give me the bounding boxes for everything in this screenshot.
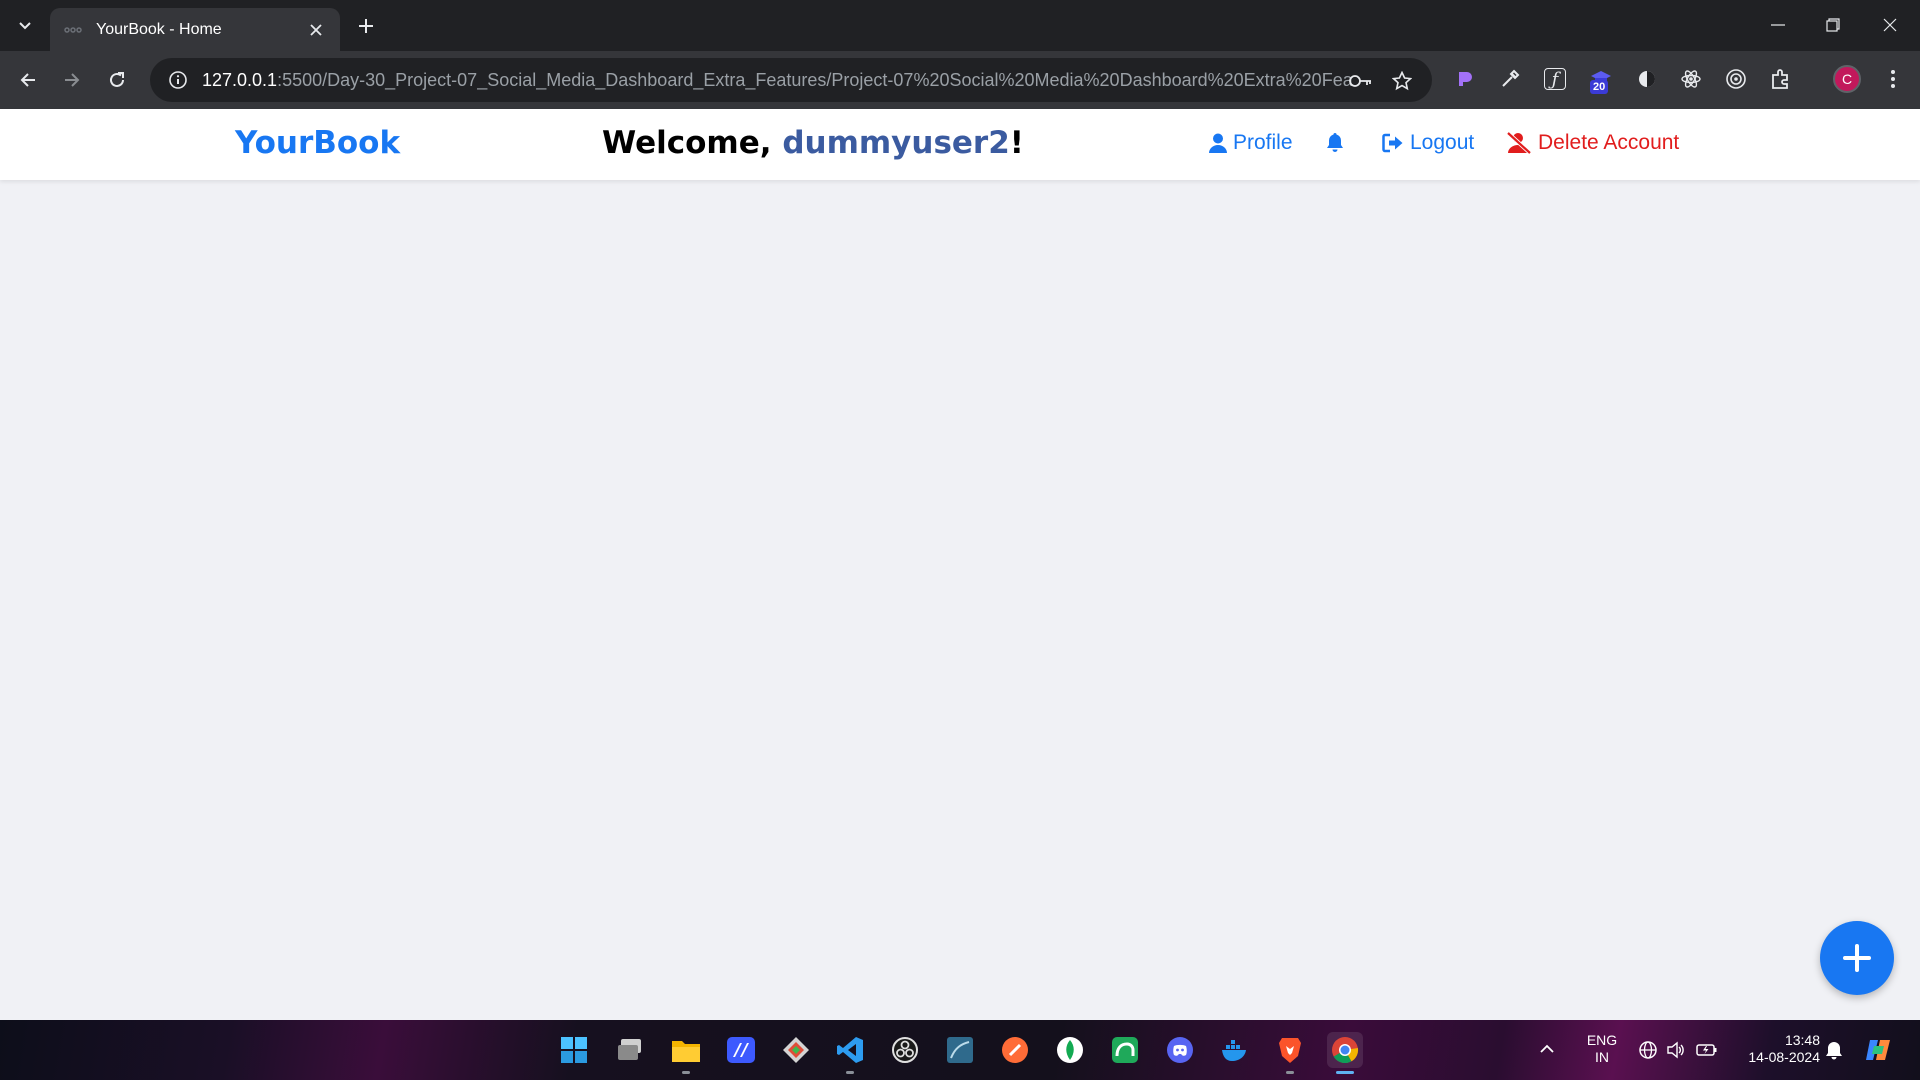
system-clock[interactable]: 13:48 14-08-2024	[1730, 1032, 1820, 1066]
page-body: YourBook Welcome, dummyuser2! Profile Lo…	[0, 109, 1920, 1020]
react-devtools-icon[interactable]	[1676, 64, 1706, 94]
notifications-bell-icon[interactable]	[1326, 132, 1350, 152]
address-bar[interactable]: 127.0.0.1:5500/Day-30_Project-07_Social_…	[150, 58, 1432, 102]
task-view-icon[interactable]	[613, 1032, 649, 1068]
forward-icon[interactable]	[56, 64, 88, 96]
font-finder-icon[interactable]: ƒ	[1544, 68, 1566, 90]
site-info-icon[interactable]	[166, 68, 190, 92]
nav-delete-account-label: Delete Account	[1538, 131, 1680, 154]
browser-menu-icon[interactable]	[1880, 64, 1906, 94]
welcome-suffix: !	[1009, 125, 1024, 161]
reload-icon[interactable]	[101, 64, 133, 96]
vscode-running-indicator	[846, 1071, 854, 1074]
app-blue-icon[interactable]	[723, 1032, 759, 1068]
create-post-button[interactable]	[1820, 921, 1894, 995]
new-tab-button[interactable]	[352, 12, 380, 40]
tab-favicon-icon	[64, 23, 82, 37]
brand-logo[interactable]: YourBook	[235, 125, 400, 161]
profile-avatar[interactable]: C	[1833, 65, 1861, 93]
color-picker-icon[interactable]	[1495, 64, 1525, 94]
language-indicator[interactable]: ENG IN	[1580, 1032, 1624, 1066]
browser-tabstrip: YourBook - Home	[0, 0, 1920, 51]
logout-icon	[1382, 133, 1403, 153]
welcome-prefix: Welcome,	[602, 125, 783, 161]
language-line2: IN	[1595, 1049, 1609, 1065]
welcome-username: dummyuser2	[782, 125, 1010, 161]
nav-logout-link[interactable]: Logout	[1382, 131, 1474, 155]
vscode-icon[interactable]	[832, 1032, 868, 1068]
language-line1: ENG	[1586, 1032, 1618, 1048]
network-globe-icon[interactable]	[1638, 1040, 1658, 1064]
copilot-icon[interactable]	[1864, 1036, 1894, 1068]
extensions-puzzle-icon[interactable]	[1766, 64, 1796, 94]
nav-delete-account-link[interactable]: Delete Account	[1506, 131, 1679, 155]
password-key-icon[interactable]	[1348, 68, 1374, 94]
extension-purple-icon[interactable]	[1450, 64, 1480, 94]
volume-icon[interactable]	[1666, 1040, 1686, 1064]
tableplus-icon[interactable]	[1107, 1032, 1143, 1068]
target-icon[interactable]	[1721, 64, 1751, 94]
restore-icon[interactable]	[1813, 10, 1853, 40]
file-explorer-icon[interactable]	[668, 1032, 704, 1068]
docker-icon[interactable]	[1217, 1032, 1253, 1068]
close-window-icon[interactable]	[1870, 10, 1910, 40]
battery-charging-icon[interactable]	[1696, 1041, 1718, 1063]
tab-title: YourBook - Home	[96, 20, 222, 38]
brave-running-indicator	[1286, 1071, 1294, 1074]
tab-search-icon[interactable]	[12, 13, 38, 39]
discord-icon[interactable]	[1162, 1032, 1198, 1068]
extension-badge: 20	[1590, 80, 1609, 94]
nav-profile-link[interactable]: Profile	[1209, 131, 1293, 155]
tab-close-icon[interactable]	[306, 20, 326, 40]
start-windows-icon[interactable]	[556, 1032, 592, 1068]
back-icon[interactable]	[12, 64, 44, 96]
user-icon	[1209, 133, 1227, 153]
nav-logout-label: Logout	[1410, 131, 1475, 154]
postman-icon[interactable]	[997, 1032, 1033, 1068]
dark-mode-icon[interactable]	[1632, 64, 1662, 94]
show-hidden-icons-chevron-icon[interactable]	[1540, 1041, 1554, 1058]
app-navbar: YourBook Welcome, dummyuser2! Profile Lo…	[0, 109, 1920, 180]
notification-bell-icon[interactable]	[1825, 1040, 1843, 1064]
user-slash-icon	[1506, 132, 1532, 154]
explorer-running-indicator	[682, 1071, 690, 1074]
bookmark-star-icon[interactable]	[1389, 68, 1415, 94]
git-kraken-icon[interactable]	[778, 1032, 814, 1068]
minimize-icon[interactable]	[1758, 10, 1798, 40]
obs-icon[interactable]	[887, 1032, 923, 1068]
clock-time: 13:48	[1784, 1032, 1820, 1048]
clock-date: 14-08-2024	[1748, 1049, 1820, 1065]
mysql-workbench-icon[interactable]	[942, 1032, 978, 1068]
nav-profile-label: Profile	[1233, 131, 1293, 154]
browser-tab[interactable]: YourBook - Home	[50, 8, 340, 51]
brave-browser-icon[interactable]	[1272, 1032, 1308, 1068]
plus-icon	[1843, 944, 1871, 972]
chrome-icon[interactable]	[1327, 1032, 1363, 1068]
url-text: 127.0.0.1:5500/Day-30_Project-07_Social_…	[202, 69, 1352, 90]
welcome-heading: Welcome, dummyuser2!	[602, 125, 1024, 161]
chrome-active-indicator	[1336, 1071, 1354, 1074]
mongodb-compass-icon[interactable]	[1052, 1032, 1088, 1068]
